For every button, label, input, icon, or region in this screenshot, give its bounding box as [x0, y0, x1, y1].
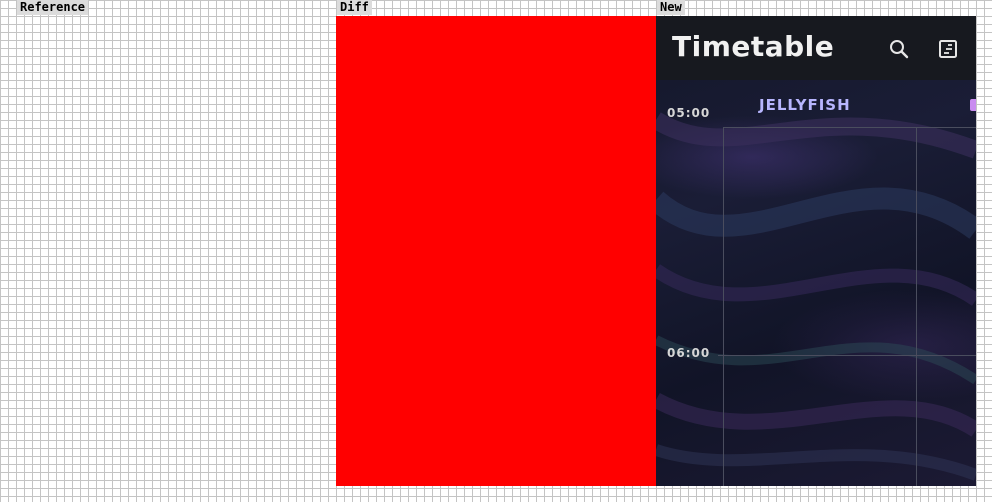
grid-line — [718, 355, 976, 356]
grid-line — [723, 127, 976, 128]
stage-header-jellyfish[interactable]: JELLYFISH — [759, 96, 851, 114]
stage-header-partial[interactable] — [970, 99, 976, 111]
app-bar: Timetable — [656, 16, 976, 80]
grid-line — [916, 127, 917, 486]
reference-panel — [16, 16, 336, 486]
time-label-0500: 05:00 — [667, 106, 711, 120]
search-icon — [890, 40, 909, 59]
grid-line — [723, 127, 724, 486]
new-label: New — [657, 0, 685, 15]
wave-background — [656, 112, 976, 481]
search-button[interactable] — [886, 36, 912, 62]
notes-button[interactable] — [935, 36, 961, 62]
time-label-0600: 06:00 — [667, 346, 711, 360]
app-title: Timetable — [672, 30, 835, 63]
reference-label: Reference — [17, 0, 89, 15]
notes-icon — [939, 40, 957, 58]
diff-label: Diff — [337, 0, 372, 15]
new-panel: Timetable 05:00 06:00 JELLYFISH — [656, 16, 976, 486]
diff-panel — [336, 16, 656, 486]
